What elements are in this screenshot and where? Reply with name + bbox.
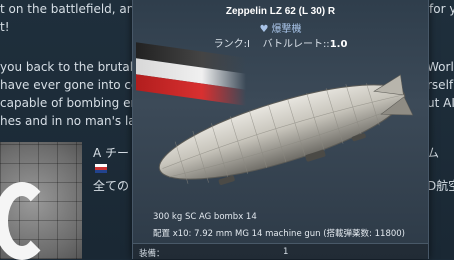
zeppelin-image — [158, 74, 414, 185]
post-body-right: D航空 — [427, 179, 454, 193]
vehicle-name: Zeppelin LZ 62 (L 30) R — [225, 6, 336, 17]
rank-label: ランク: — [213, 39, 247, 50]
article-line: hes and in no man's land — [0, 114, 151, 128]
article-line: t! — [0, 20, 10, 34]
logo-icon — [0, 182, 50, 260]
article-line-right: for y — [429, 2, 454, 16]
equipment-value: 1 — [283, 247, 289, 257]
article-line: t on the battlefield, and p — [0, 2, 154, 16]
equipment-row: 装備： 1 — [133, 243, 428, 259]
br-value: 1.0 — [329, 39, 348, 50]
post-title[interactable]: A チー — [93, 146, 129, 160]
br-label: バトルレート:: — [262, 39, 330, 50]
vehicle-tooltip: Zeppelin LZ 62 (L 30) R ♥ 爆撃機 ランク:I バトルレー… — [132, 0, 429, 259]
equipment-label: 装備： — [139, 249, 165, 259]
vehicle-type: ♥ 爆撃機 — [133, 20, 428, 35]
rank-value: I — [246, 39, 250, 50]
bomb-loadout: 300 kg SC AG bombx 14 — [153, 212, 257, 222]
gun-loadout: 配置 x10: 7.92 mm MG 14 machine gun (搭載弾薬数… — [153, 229, 405, 239]
post-thumbnail[interactable] — [0, 142, 82, 260]
post-body: 全ての — [93, 179, 130, 193]
uk-flag-icon — [95, 164, 107, 173]
article-line-right: ut AI i — [427, 96, 454, 110]
article-line-right: World — [427, 60, 454, 74]
article-line-right: rself — [427, 78, 454, 92]
heart-icon: ♥ — [259, 24, 269, 35]
article-line: capable of bombing ene — [0, 96, 146, 110]
vehicle-type-label: 爆撃機 — [271, 24, 302, 35]
